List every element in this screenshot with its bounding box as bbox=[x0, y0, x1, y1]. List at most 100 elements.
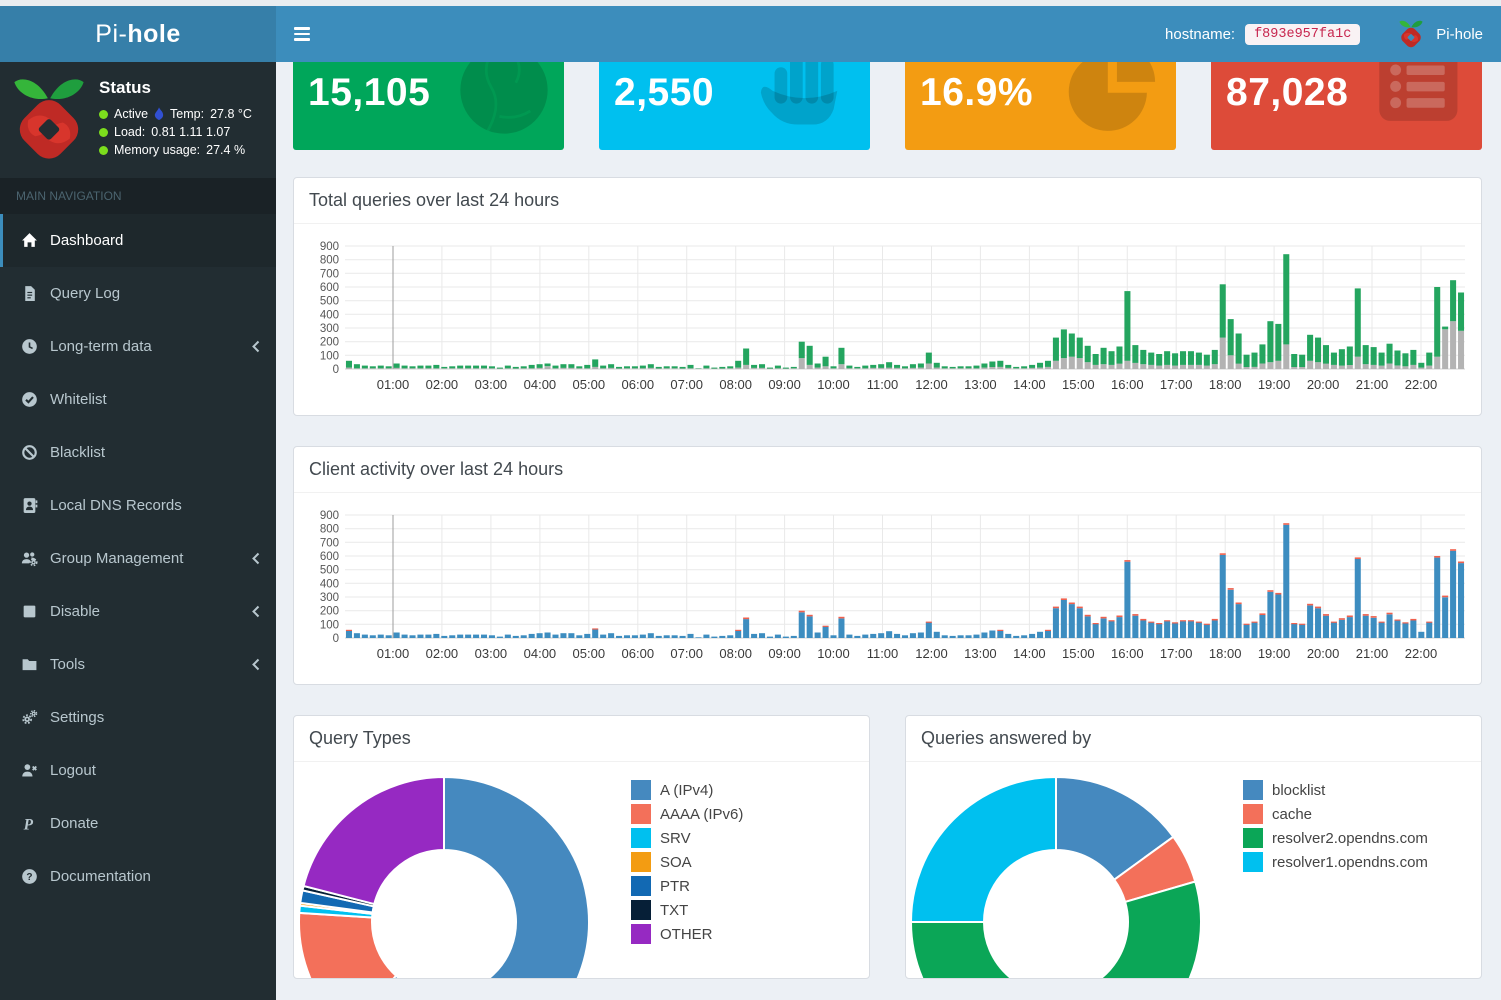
folder-icon bbox=[19, 656, 39, 673]
svg-text:10:00: 10:00 bbox=[817, 646, 850, 661]
svg-text:18:00: 18:00 bbox=[1209, 646, 1242, 661]
svg-text:17:00: 17:00 bbox=[1160, 646, 1193, 661]
legend-label: cache bbox=[1272, 806, 1312, 823]
svg-text:05:00: 05:00 bbox=[573, 377, 606, 392]
total-queries-panel: Total queries over last 24 hours 0100200… bbox=[293, 177, 1482, 416]
sidebar-item-disable[interactable]: Disable bbox=[0, 585, 276, 638]
svg-text:06:00: 06:00 bbox=[622, 377, 655, 392]
queries-answered-by-donut[interactable] bbox=[909, 775, 1203, 979]
svg-text:08:00: 08:00 bbox=[719, 646, 752, 661]
svg-text:02:00: 02:00 bbox=[426, 377, 459, 392]
stop-icon bbox=[19, 603, 39, 620]
sidebar-item-group-management[interactable]: Group Management bbox=[0, 532, 276, 585]
app-logo[interactable]: Pi-hole bbox=[0, 6, 276, 62]
chevron-left-icon bbox=[251, 605, 260, 618]
sidebar-item-label: Documentation bbox=[50, 868, 151, 885]
svg-text:13:00: 13:00 bbox=[964, 646, 997, 661]
donut-slice[interactable] bbox=[299, 913, 396, 979]
legend-item-soa[interactable]: SOA bbox=[631, 850, 743, 874]
svg-text:900: 900 bbox=[320, 510, 339, 522]
legend-item-a-ipv4-[interactable]: A (IPv4) bbox=[631, 778, 743, 802]
svg-text:P: P bbox=[23, 816, 33, 832]
donut-slice[interactable] bbox=[304, 777, 444, 904]
sidebar-item-label: Logout bbox=[50, 762, 96, 779]
sidebar-item-label: Blacklist bbox=[50, 444, 105, 461]
sidebar-item-query-log[interactable]: Query Log bbox=[0, 267, 276, 320]
card-value: 15,105 bbox=[308, 71, 549, 115]
client-activity-chart[interactable]: 010020030040050060070080090001:0002:0003… bbox=[308, 499, 1467, 674]
svg-text:20:00: 20:00 bbox=[1307, 377, 1340, 392]
sidebar-item-local-dns-records[interactable]: Local DNS Records bbox=[0, 479, 276, 532]
query-types-legend: A (IPv4) AAAA (IPv6) SRV SOA PTR TXT OTHER bbox=[631, 778, 743, 946]
svg-text:700: 700 bbox=[320, 537, 339, 549]
svg-text:12:00: 12:00 bbox=[915, 377, 948, 392]
status-memory-label: Memory usage: bbox=[114, 143, 200, 157]
svg-text:04:00: 04:00 bbox=[524, 646, 557, 661]
svg-text:17:00: 17:00 bbox=[1160, 377, 1193, 392]
legend-item-other[interactable]: OTHER bbox=[631, 922, 743, 946]
legend-item-resolver2-opendns-com[interactable]: resolver2.opendns.com bbox=[1243, 826, 1428, 850]
svg-text:13:00: 13:00 bbox=[964, 377, 997, 392]
legend-item-srv[interactable]: SRV bbox=[631, 826, 743, 850]
sidebar-item-tools[interactable]: Tools bbox=[0, 638, 276, 691]
legend-item-cache[interactable]: cache bbox=[1243, 802, 1428, 826]
sidebar-item-settings[interactable]: Settings bbox=[0, 691, 276, 744]
svg-text:22:00: 22:00 bbox=[1405, 646, 1438, 661]
chevron-left-icon bbox=[251, 552, 260, 565]
legend-item-resolver1-opendns-com[interactable]: resolver1.opendns.com bbox=[1243, 850, 1428, 874]
legend-label: A (IPv4) bbox=[660, 782, 713, 799]
status-temp-label: Temp: bbox=[170, 107, 204, 121]
legend-label: SRV bbox=[660, 830, 691, 847]
logo-text-pi: Pi- bbox=[95, 20, 127, 49]
svg-text:03:00: 03:00 bbox=[475, 377, 508, 392]
queries-answered-by-panel: Queries answered by blocklistcacheresolv… bbox=[905, 715, 1482, 979]
svg-text:07:00: 07:00 bbox=[670, 377, 703, 392]
sidebar-item-blacklist[interactable]: Blacklist bbox=[0, 426, 276, 479]
sidebar-nav: Dashboard Query LogLong-term dataWhitelis… bbox=[0, 214, 276, 903]
temperature-flame-icon bbox=[154, 107, 164, 121]
sidebar-item-donate[interactable]: PDonate bbox=[0, 797, 276, 850]
svg-text:21:00: 21:00 bbox=[1356, 377, 1389, 392]
panel-title: Client activity over last 24 hours bbox=[294, 447, 1481, 493]
query-types-donut[interactable] bbox=[297, 775, 591, 979]
status-memory-line: Memory usage: 27.4 % bbox=[99, 143, 252, 157]
sidebar-item-long-term-data[interactable]: Long-term data bbox=[0, 320, 276, 373]
donut-slice[interactable] bbox=[911, 777, 1056, 922]
sidebar-item-logout[interactable]: Logout bbox=[0, 744, 276, 797]
legend-label: OTHER bbox=[660, 926, 713, 943]
chevron-left-icon bbox=[251, 340, 260, 353]
svg-text:20:00: 20:00 bbox=[1307, 646, 1340, 661]
svg-text:06:00: 06:00 bbox=[622, 646, 655, 661]
client-activity-panel: Client activity over last 24 hours 01002… bbox=[293, 446, 1482, 685]
paypal-icon: P bbox=[19, 815, 39, 832]
svg-text:15:00: 15:00 bbox=[1062, 646, 1095, 661]
home-icon bbox=[19, 232, 39, 249]
legend-item-blocklist[interactable]: blocklist bbox=[1243, 778, 1428, 802]
panel-title: Query Types bbox=[294, 716, 869, 762]
pihole-brand-link[interactable]: Pi-hole bbox=[1436, 26, 1483, 43]
main-content: Total queries (2 clients)15,105Queries B… bbox=[276, 6, 1501, 979]
sidebar-item-label: Disable bbox=[50, 603, 100, 620]
total-queries-chart[interactable]: 010020030040050060070080090001:0002:0003… bbox=[308, 230, 1467, 405]
users-gear-icon bbox=[19, 550, 39, 567]
svg-text:400: 400 bbox=[320, 309, 339, 321]
legend-label: PTR bbox=[660, 878, 690, 895]
legend-item-aaaa-ipv6-[interactable]: AAAA (IPv6) bbox=[631, 802, 743, 826]
sidebar-item-dashboard[interactable]: Dashboard bbox=[0, 214, 276, 267]
sidebar-item-documentation[interactable]: ?Documentation bbox=[0, 850, 276, 903]
sidebar-item-whitelist[interactable]: Whitelist bbox=[0, 373, 276, 426]
query-types-panel: Query Types A (IPv4) AAAA (IPv6) SRV SOA PTR… bbox=[293, 715, 870, 979]
svg-text:02:00: 02:00 bbox=[426, 646, 459, 661]
svg-text:200: 200 bbox=[320, 337, 339, 349]
legend-item-txt[interactable]: TXT bbox=[631, 898, 743, 922]
svg-text:200: 200 bbox=[320, 606, 339, 618]
status-load-label: Load: bbox=[114, 125, 145, 139]
svg-text:11:00: 11:00 bbox=[867, 377, 899, 392]
sidebar-item-label: Dashboard bbox=[50, 232, 123, 249]
sidebar-toggle-button[interactable] bbox=[294, 27, 316, 41]
svg-text:300: 300 bbox=[320, 323, 339, 335]
check-circle-icon bbox=[19, 391, 39, 408]
status-load-values: 0.81 1.11 1.07 bbox=[151, 125, 230, 139]
legend-item-ptr[interactable]: PTR bbox=[631, 874, 743, 898]
svg-text:09:00: 09:00 bbox=[768, 646, 801, 661]
